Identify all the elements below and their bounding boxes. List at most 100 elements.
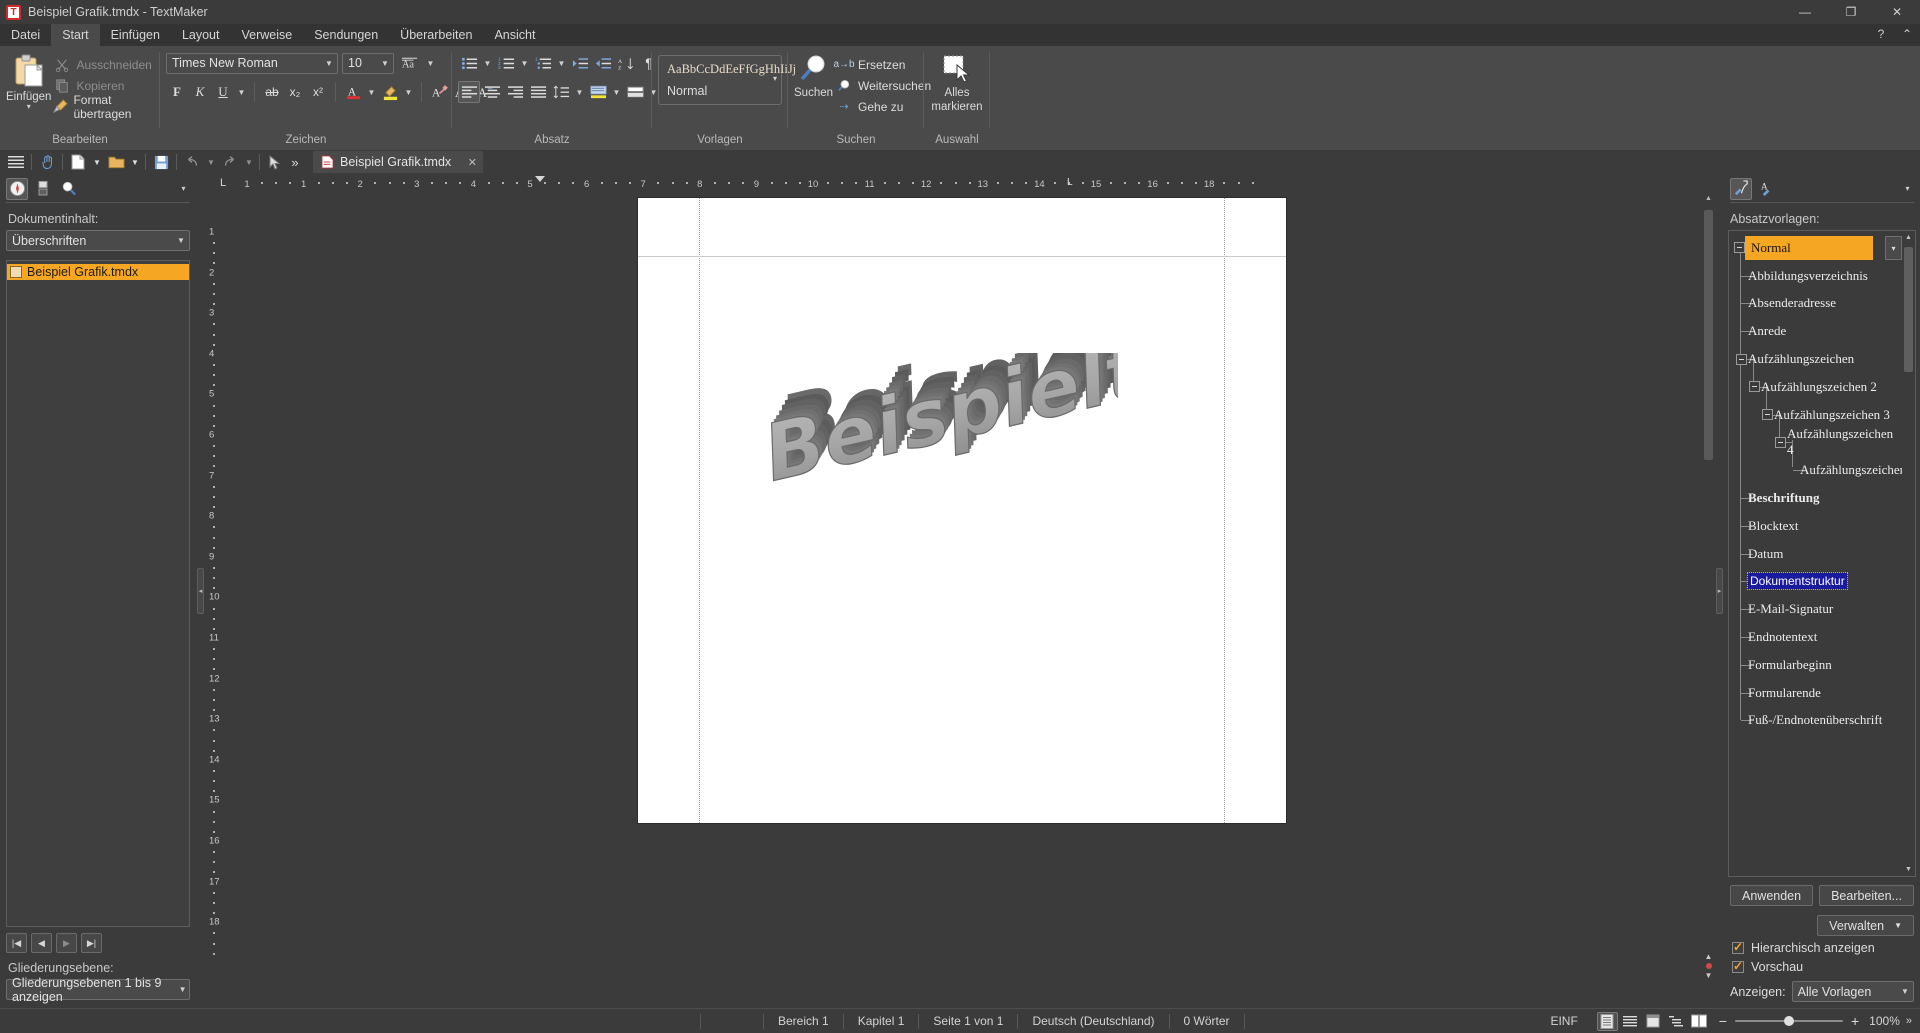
bold-button[interactable]: F [166, 81, 188, 103]
vertical-ruler[interactable]: 1 2 3 4 5 6 7 8 9 10 11 12 13 14 15 16 17 18 [205, 192, 221, 1008]
multilevel-list-button[interactable]: 1 [532, 52, 554, 74]
align-center-button[interactable] [481, 81, 503, 103]
bullet-caret-icon[interactable]: ▼ [481, 52, 494, 74]
horizontal-ruler[interactable]: 1 1 2 3 4 5 6 7 8 9 10 11 12 13 14 15 16 18 L [235, 175, 1701, 191]
ribbon-collapse-button[interactable]: ⌃ [1894, 22, 1920, 46]
right-splitter-grip[interactable]: ▸ [1716, 568, 1723, 614]
style-list-item[interactable]: Abbildungsverzeichnis [1729, 262, 1902, 290]
document-outline-tree[interactable]: Beispiel Grafik.tmdx [6, 260, 190, 927]
style-list-item[interactable]: Beschriftung [1729, 484, 1902, 512]
tab-verweise[interactable]: Verweise [230, 24, 303, 46]
style-list-item[interactable]: Formularbeginn [1729, 651, 1902, 679]
status-insert-mode[interactable]: EINF [1536, 1014, 1591, 1028]
wordart-object[interactable]: Beispieltext Beispieltext Beispieltext B… [758, 353, 1118, 528]
page-view-icon[interactable] [1596, 1011, 1618, 1031]
new-doc-icon[interactable] [66, 151, 90, 173]
close-icon[interactable]: ✕ [468, 156, 477, 169]
multilevel-caret-icon[interactable]: ▼ [555, 52, 568, 74]
style-list-item[interactable]: Blocktext [1729, 512, 1902, 540]
style-list-item[interactable]: Aufzählungszeichen 4 [1729, 426, 1902, 457]
tab-datei[interactable]: Datei [0, 24, 51, 46]
style-gallery-caret-icon[interactable]: ▾ [773, 74, 777, 83]
objects-icon[interactable] [32, 178, 54, 200]
outline-checkbox[interactable] [10, 266, 22, 278]
paste-caret-icon[interactable]: ▾ [27, 103, 31, 111]
apply-style-button[interactable]: Anwenden [1730, 885, 1814, 906]
italic-button[interactable]: K [189, 81, 211, 103]
status-wordcount[interactable]: 0 Wörter [1170, 1014, 1244, 1028]
styles-scroll-down-icon[interactable]: ▼ [1902, 863, 1915, 876]
tab-einfuegen[interactable]: Einfügen [100, 24, 171, 46]
numbered-list-button[interactable]: 1 2 3 [495, 52, 517, 74]
hierarchical-checkbox[interactable] [1732, 940, 1744, 954]
quickbar-more-icon[interactable]: » [287, 151, 303, 173]
tab-stop-selector[interactable]: L [213, 175, 233, 191]
maximize-button[interactable]: ❐ [1828, 0, 1874, 24]
replace-button[interactable]: a→b Ersetzen [833, 54, 933, 75]
ruler-tab-stop[interactable]: L [1067, 177, 1073, 188]
style-list-item[interactable]: Aufzählungszeichen 2 [1729, 373, 1902, 401]
tab-ansicht[interactable]: Ansicht [483, 24, 546, 46]
find-next-button[interactable]: Weitersuchen [833, 75, 933, 96]
scroll-up-icon[interactable]: ▲ [1702, 192, 1715, 205]
paragraph-style-icon[interactable] [1730, 177, 1752, 200]
select-all-button[interactable]: Alles markieren [930, 51, 984, 113]
chevron-down-icon[interactable]: ▼ [377, 59, 393, 68]
content-filter-combo[interactable]: Überschriften ▼ [6, 230, 190, 251]
edit-style-button[interactable]: Bearbeiten... [1819, 885, 1914, 906]
highlight-button[interactable] [379, 81, 401, 103]
zoom-track[interactable] [1734, 1016, 1843, 1026]
tab-layout[interactable]: Layout [171, 24, 231, 46]
tree-expander-icon[interactable] [1736, 353, 1747, 365]
search-icon[interactable] [58, 178, 80, 200]
nav-next-button[interactable]: ▶ [56, 933, 77, 953]
shading-caret-icon[interactable]: ▼ [610, 81, 623, 103]
outline-view-icon[interactable] [1666, 1012, 1687, 1031]
tree-expander-icon[interactable] [1775, 436, 1786, 448]
zoom-level-label[interactable]: 100% [1867, 1014, 1906, 1028]
document-page[interactable]: Beispieltext Beispieltext Beispieltext B… [637, 198, 1286, 823]
manage-styles-button[interactable]: Verwalten ▼ [1817, 915, 1914, 936]
status-section[interactable]: Bereich 1 [764, 1014, 843, 1028]
ruler-indent-marker[interactable] [535, 175, 545, 182]
status-chapter[interactable]: Kapitel 1 [844, 1014, 919, 1028]
help-button[interactable]: ? [1868, 22, 1894, 46]
style-item-dropdown-icon[interactable]: ▾ [1885, 236, 1902, 260]
clear-formatting-button[interactable]: A [428, 81, 450, 103]
underline-caret-icon[interactable]: ▼ [235, 81, 248, 103]
minimize-button[interactable]: — [1782, 0, 1828, 24]
align-right-button[interactable] [504, 81, 526, 103]
close-button[interactable]: ✕ [1874, 0, 1920, 24]
styles-tree-box[interactable]: Normal ▾ Abbildungsverzeichnis Absenderadre… [1728, 230, 1916, 877]
open-folder-icon[interactable] [104, 151, 128, 173]
styles-panel-menu-caret-icon[interactable]: ▾ [1901, 178, 1914, 200]
right-splitter[interactable]: ▸ [1715, 174, 1724, 1008]
save-icon[interactable] [149, 151, 173, 173]
style-list-item[interactable]: Aufzählungszeichen [1729, 456, 1902, 484]
style-list-item[interactable]: Fuß-/Endnotenüberschrift [1729, 707, 1902, 735]
zoom-knob[interactable] [1783, 1016, 1794, 1026]
fullscreen-view-icon[interactable] [1643, 1012, 1664, 1031]
book-view-icon[interactable] [1689, 1012, 1710, 1031]
style-list-item[interactable]: Datum [1729, 540, 1902, 568]
tree-expander-icon[interactable] [1762, 409, 1773, 421]
style-list-item[interactable]: E-Mail-Signatur [1729, 595, 1902, 623]
document-tab[interactable]: Beispiel Grafik.tmdx ✕ [313, 151, 483, 173]
line-spacing-button[interactable] [550, 81, 572, 103]
chevron-down-icon[interactable]: ▼ [176, 985, 189, 994]
chevron-down-icon[interactable]: ▼ [1897, 987, 1913, 996]
character-style-icon[interactable]: A [1756, 178, 1778, 200]
prev-page-icon[interactable]: ▲ [1705, 952, 1713, 961]
style-list-item[interactable]: Absenderadresse [1729, 290, 1902, 318]
status-language[interactable]: Deutsch (Deutschland) [1018, 1014, 1168, 1028]
cut-button[interactable]: Ausschneiden [51, 54, 154, 75]
show-filter-combo[interactable]: Alle Vorlagen ▼ [1791, 981, 1914, 1002]
undo-caret-icon[interactable]: ▼ [204, 151, 218, 173]
zoom-slider[interactable]: − + [1711, 1013, 1867, 1029]
hand-icon[interactable] [35, 151, 59, 173]
goto-button[interactable]: ⇢ Gehe zu [833, 96, 933, 117]
justify-button[interactable] [527, 81, 549, 103]
left-splitter-grip[interactable]: ◂ [197, 568, 204, 614]
chevron-down-icon[interactable]: ▼ [321, 59, 337, 68]
line-spacing-caret-icon[interactable]: ▼ [573, 81, 586, 103]
